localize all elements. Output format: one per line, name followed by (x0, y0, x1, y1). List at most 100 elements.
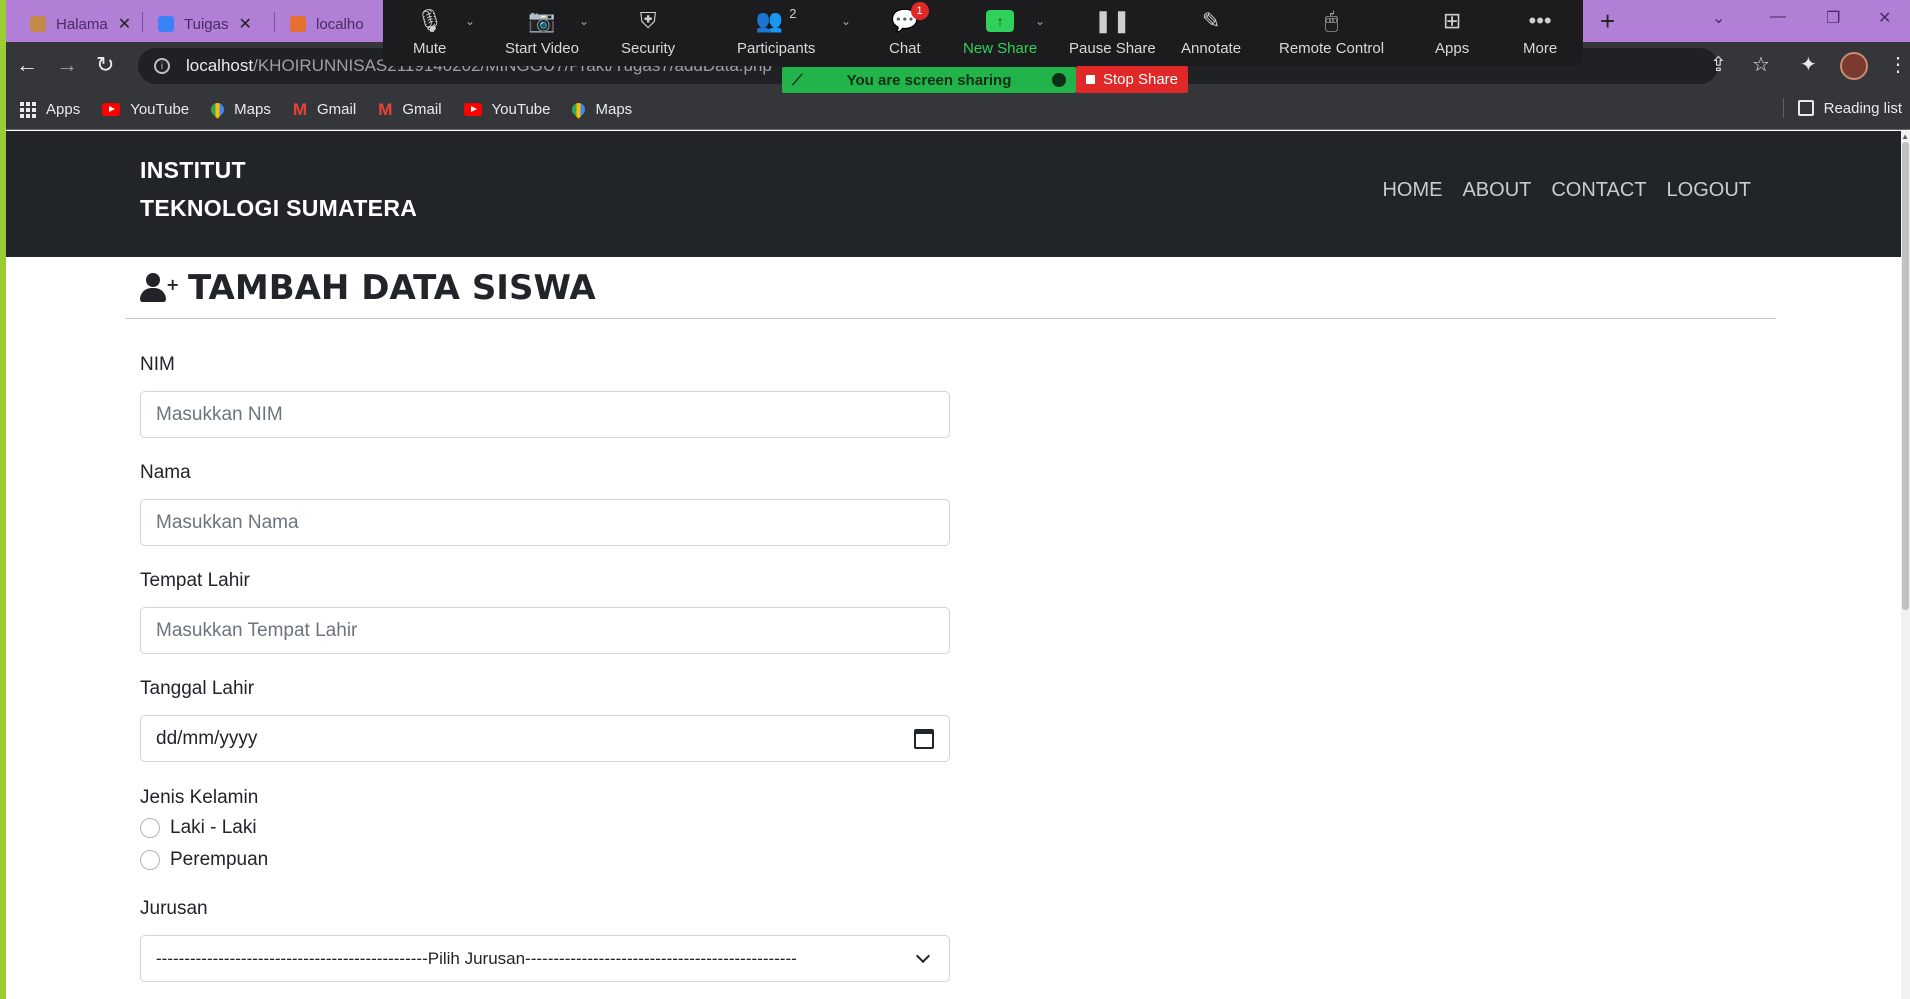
profile-avatar[interactable] (1840, 52, 1868, 80)
new-tab-button[interactable]: + (1600, 6, 1615, 37)
zoom-label: Start Video (505, 40, 579, 57)
nama-input[interactable] (140, 499, 950, 546)
reload-button[interactable]: ↻ (96, 52, 114, 78)
zoom-label: New Share (963, 40, 1038, 57)
jurusan-selected-value: ----------------------------------------… (156, 948, 797, 968)
bookmark-gmail[interactable]: M Gmail (293, 100, 356, 120)
bookmark-apps[interactable]: Apps (20, 101, 80, 118)
bookmark-gmail-2[interactable]: M Gmail (378, 100, 441, 120)
mute-button[interactable]: 🎙 Mute (413, 6, 446, 57)
zoom-label: Remote Control (1279, 40, 1385, 57)
nav-logout[interactable]: LOGOUT (1667, 179, 1751, 202)
new-share-button[interactable]: ↑ New Share (963, 6, 1037, 57)
security-button[interactable]: ⛨ Security (621, 6, 675, 57)
jenis-kelamin-label: Jenis Kelamin (140, 787, 259, 808)
chat-badge: 1 (910, 2, 929, 20)
menu-kebab-icon[interactable]: ⋮ (1888, 52, 1908, 77)
nav-contact[interactable]: CONTACT (1551, 179, 1646, 202)
calendar-icon[interactable] (914, 728, 934, 749)
zoom-label: Pause Share (1069, 40, 1156, 57)
nim-input[interactable] (140, 391, 950, 438)
tab-title: Tuigas (184, 15, 229, 33)
microphone-icon: 🎙 (415, 8, 444, 33)
user-plus-icon: + (140, 273, 179, 303)
site-navbar: INSTITUT TEKNOLOGI SUMATERA HOME ABOUT C… (6, 131, 1901, 257)
radio-laki-laki[interactable]: Laki - Laki (140, 817, 257, 839)
bookmark-label: YouTube (130, 101, 190, 118)
pause-share-button[interactable]: ❚❚ Pause Share (1069, 6, 1156, 57)
close-icon[interactable]: ✕ (118, 14, 131, 34)
browser-tab-2[interactable]: Tuigas ✕ (148, 6, 262, 42)
gmail-icon: M (378, 99, 393, 119)
participants-button[interactable]: 👥 2 Participants (737, 6, 815, 57)
browser-tab-3[interactable]: localho (280, 6, 374, 42)
close-icon[interactable]: ✕ (238, 14, 251, 34)
chevron-down-icon (915, 948, 931, 963)
signal-icon: ⟋ (792, 71, 803, 89)
bookmark-label: Maps (595, 101, 633, 118)
youtube-icon (463, 103, 482, 116)
jurusan-select[interactable]: ----------------------------------------… (140, 935, 950, 982)
bookmark-maps[interactable]: Maps (208, 100, 271, 119)
bookmark-label: Gmail (317, 101, 357, 118)
remote-control-button[interactable]: 🖱 Remote Control (1279, 6, 1384, 57)
participants-count: 2 (789, 6, 797, 21)
page-title-text: TAMBAH DATA SISWA (188, 268, 596, 308)
share-icon[interactable]: ⇪ (1710, 52, 1727, 77)
tab-favicon-icon (158, 16, 174, 32)
zoom-label: Chat (889, 40, 921, 57)
more-button[interactable]: ••• More (1523, 6, 1557, 57)
reading-list-icon (1797, 100, 1814, 116)
minimize-button[interactable]: — (1770, 8, 1786, 26)
site-info-icon[interactable]: i (154, 58, 170, 74)
scroll-up-icon[interactable]: ▲ (1901, 132, 1909, 141)
tab-search-icon[interactable]: ⌄ (1712, 8, 1725, 28)
nav-home[interactable]: HOME (1382, 179, 1442, 202)
reading-list-button[interactable]: Reading list (1782, 98, 1902, 118)
bookmark-maps-2[interactable]: Maps (569, 100, 633, 119)
sharing-status-text: You are screen sharing (846, 71, 1012, 89)
close-window-button[interactable]: ✕ (1878, 8, 1891, 28)
bookmark-star-icon[interactable]: ☆ (1752, 52, 1770, 77)
apps-grid-icon (20, 101, 36, 118)
tanggal-lahir-input[interactable]: dd/mm/yyyy (140, 715, 950, 762)
restore-button[interactable]: ❐ (1826, 8, 1840, 28)
chevron-down-icon[interactable]: ⌄ (465, 14, 475, 28)
radio-perempuan[interactable]: Perempuan (140, 849, 268, 871)
radio-button[interactable] (140, 818, 160, 838)
stop-share-button[interactable]: Stop Share (1076, 66, 1188, 93)
chevron-down-icon[interactable]: ⌄ (841, 14, 851, 28)
shield-icon: ⛨ (639, 8, 657, 33)
tab-separator (142, 12, 143, 32)
bookmark-youtube[interactable]: YouTube (102, 101, 189, 118)
bookmark-label: Gmail (402, 101, 442, 118)
tempat-lahir-input[interactable] (140, 607, 950, 654)
radio-button[interactable] (140, 850, 160, 870)
scrollbar-thumb[interactable] (1902, 142, 1909, 610)
forward-button[interactable]: → (56, 52, 78, 78)
tempat-lahir-label: Tempat Lahir (140, 570, 250, 591)
annotate-button[interactable]: ✎ Annotate (1181, 6, 1241, 57)
chat-icon: 💬 1 (891, 2, 929, 36)
nav-about[interactable]: ABOUT (1462, 179, 1531, 202)
mouse-icon: 🖱 (1324, 8, 1339, 33)
divider (1782, 98, 1784, 118)
back-button[interactable]: ← (16, 52, 38, 78)
site-brand[interactable]: INSTITUT TEKNOLOGI SUMATERA (140, 151, 417, 227)
tab-title: Halama (56, 15, 108, 33)
apps-button[interactable]: ⊞ Apps (1435, 6, 1469, 57)
chevron-down-icon[interactable]: ⌄ (1035, 14, 1045, 28)
tab-favicon-icon (290, 16, 306, 32)
start-video-button[interactable]: 📷 Start Video (505, 6, 579, 57)
zoom-label: Mute (413, 40, 447, 57)
tab-separator (274, 12, 275, 32)
extensions-icon[interactable]: ✦ (1800, 52, 1817, 77)
nim-label: NIM (140, 354, 175, 375)
chevron-down-icon[interactable]: ⌄ (579, 14, 589, 28)
radio-label: Perempuan (170, 849, 269, 870)
bookmark-youtube-2[interactable]: YouTube (463, 101, 550, 118)
browser-tab-1[interactable]: Halama ✕ (20, 6, 141, 42)
chat-button[interactable]: 💬 1 Chat (889, 2, 929, 57)
page-title: + TAMBAH DATA SISWA (140, 268, 596, 308)
tanggal-lahir-label: Tanggal Lahir (140, 678, 255, 699)
